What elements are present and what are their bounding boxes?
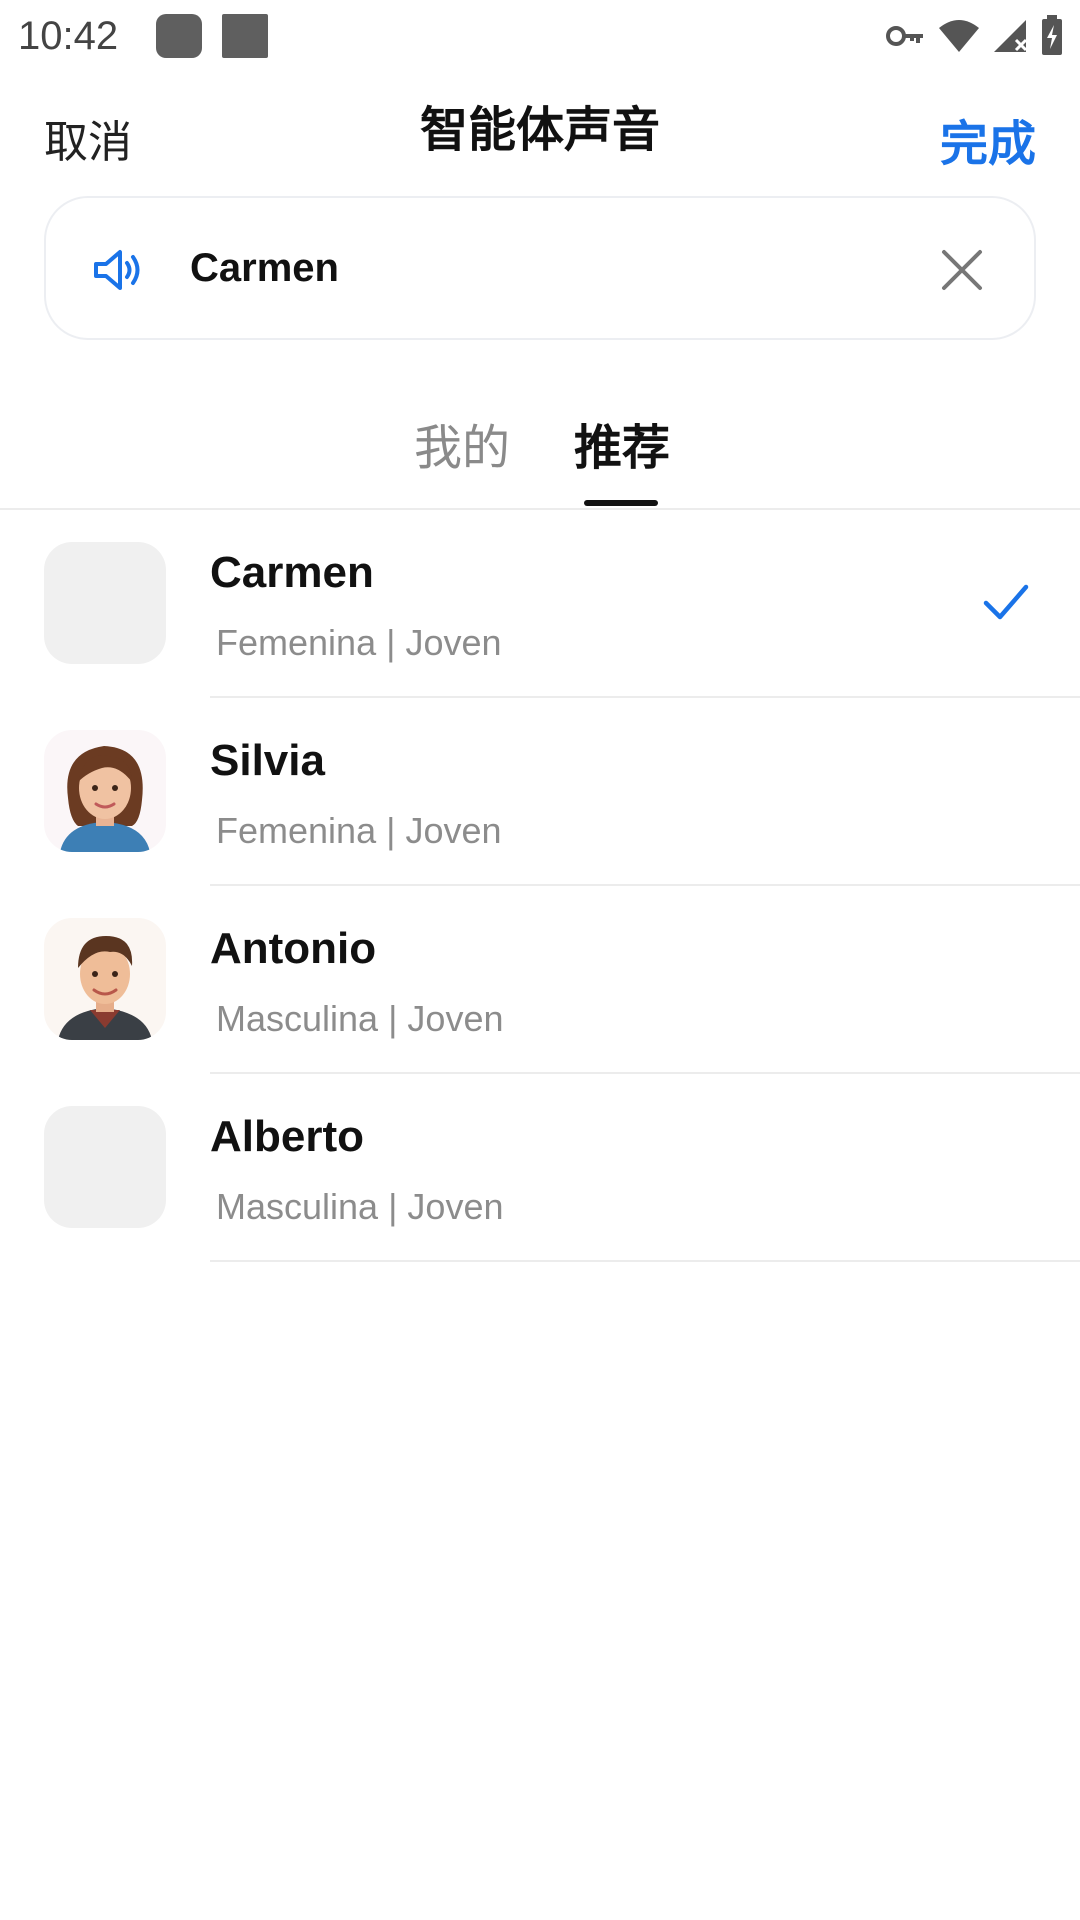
voice-name: Alberto xyxy=(210,1112,364,1161)
voice-meta: Femenina | Joven xyxy=(216,810,502,851)
avatar xyxy=(44,918,166,1040)
status-bar: 10:42 xyxy=(0,0,1080,72)
voice-item-antonio[interactable]: Antonio Masculina | Joven xyxy=(0,886,1080,1074)
tab-mine[interactable]: 我的 xyxy=(414,408,510,478)
voice-name: Carmen xyxy=(210,548,374,597)
header: 取消 智能体声音 完成 xyxy=(0,86,1080,176)
avatar-placeholder xyxy=(44,542,166,664)
vpn-key-icon xyxy=(886,26,923,46)
selected-voice-field[interactable]: Carmen xyxy=(44,196,1036,340)
voice-name: Antonio xyxy=(210,924,377,973)
active-tab-indicator xyxy=(584,500,658,506)
voice-meta: Masculina | Joven xyxy=(216,1186,504,1227)
voice-item-carmen[interactable]: Carmen Femenina | Joven xyxy=(0,510,1080,698)
status-time: 10:42 xyxy=(18,14,119,58)
battery-charging-icon xyxy=(1042,15,1062,55)
voice-settings-screen: 10:42 取消 智能体声音 完成 Carmen 我的 推荐 Carmen Fe… xyxy=(0,0,1080,1920)
voice-item-alberto[interactable]: Alberto Masculina | Joven xyxy=(0,1074,1080,1262)
app-notification-icon xyxy=(156,14,202,58)
voice-list: Carmen Femenina | Joven Silvia Femenina … xyxy=(0,510,1080,1262)
voice-name: Silvia xyxy=(210,736,325,785)
man-avatar-icon xyxy=(58,936,152,1040)
done-button[interactable]: 完成 xyxy=(940,104,1036,174)
close-icon[interactable] xyxy=(936,244,988,296)
page-title: 智能体声音 xyxy=(419,104,660,157)
voice-tabs: 我的 推荐 xyxy=(0,400,1080,512)
avatar xyxy=(44,730,166,852)
status-icons xyxy=(886,12,1064,60)
voice-meta: Masculina | Joven xyxy=(216,998,504,1039)
selected-voice-name: Carmen xyxy=(190,246,339,290)
avatar-placeholder xyxy=(44,1106,166,1228)
voice-item-silvia[interactable]: Silvia Femenina | Joven xyxy=(0,698,1080,886)
speaker-icon[interactable] xyxy=(90,242,146,298)
row-divider xyxy=(210,1260,1080,1262)
voice-meta: Femenina | Joven xyxy=(216,622,502,663)
tab-recommended[interactable]: 推荐 xyxy=(574,408,670,478)
checkmark-icon xyxy=(983,584,1029,620)
wifi-icon xyxy=(939,20,979,52)
woman-avatar-icon xyxy=(60,746,150,852)
app-notification-icon xyxy=(222,14,268,58)
cellular-signal-icon xyxy=(994,20,1028,52)
